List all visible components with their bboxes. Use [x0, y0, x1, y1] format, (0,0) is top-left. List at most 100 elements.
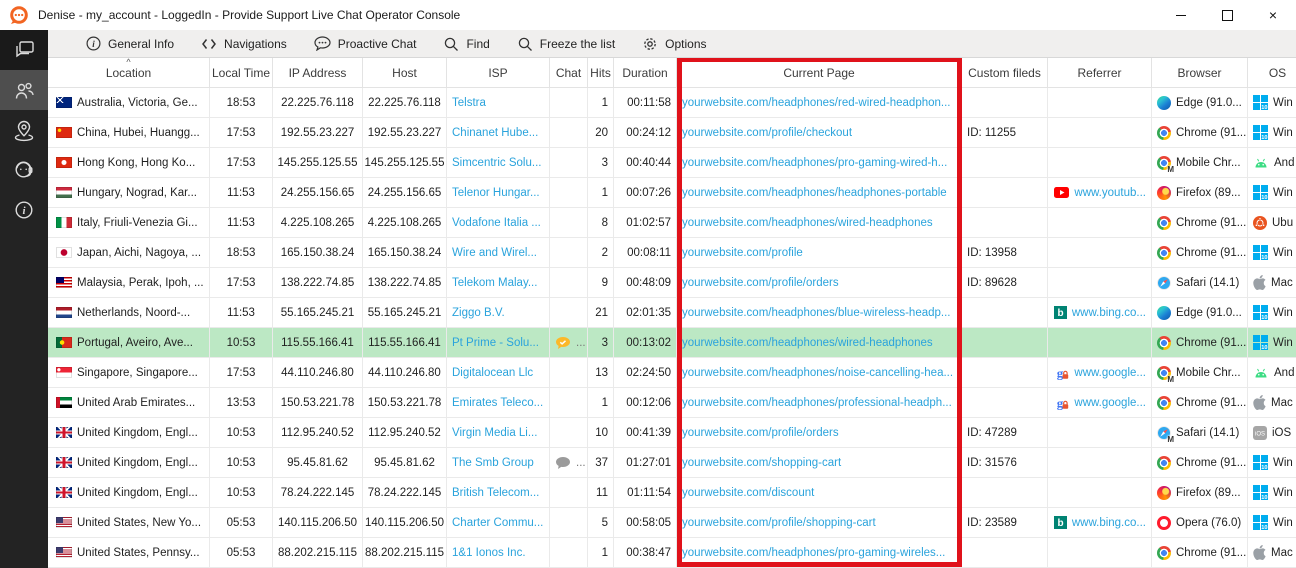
column-header-isp[interactable]: ISP	[447, 58, 550, 88]
isp-link[interactable]: Simcentric Solu...	[452, 157, 541, 169]
toolbar-button-navigations[interactable]: Navigations	[201, 37, 287, 51]
cell-referrer	[1048, 148, 1152, 178]
referrer-link[interactable]: www.bing.co...	[1072, 517, 1146, 529]
toolbar-button-freeze-the-list[interactable]: Freeze the list	[517, 36, 615, 52]
cell-browser: Edge (91.0...	[1152, 88, 1248, 118]
isp-link[interactable]: The Smb Group	[452, 457, 534, 469]
table-row[interactable]: United Kingdom, Engl...10:5378.24.222.14…	[48, 478, 1296, 508]
column-header-local_time[interactable]: Local Time	[210, 58, 273, 88]
flag-cn-icon	[56, 127, 72, 138]
toolbar-button-options[interactable]: Options	[642, 36, 706, 52]
table-row[interactable]: Hong Kong, Hong Ko...17:53145.255.125.55…	[48, 148, 1296, 178]
column-header-host[interactable]: Host	[363, 58, 447, 88]
current-page-link[interactable]: yourwebsite.com/profile	[682, 247, 803, 259]
close-button[interactable]: ×	[1250, 0, 1296, 30]
current-page-link[interactable]: yourwebsite.com/headphones/noise-cancell…	[682, 367, 953, 379]
toolbar-button-general-info[interactable]: iGeneral Info	[86, 36, 174, 51]
current-page-link[interactable]: yourwebsite.com/headphones/headphones-po…	[682, 187, 947, 199]
isp-link[interactable]: Chinanet Hube...	[452, 127, 538, 139]
maximize-button[interactable]	[1204, 0, 1250, 30]
table-row[interactable]: United Kingdom, Engl...10:5395.45.81.629…	[48, 448, 1296, 478]
current-page-link[interactable]: yourwebsite.com/profile/orders	[682, 277, 839, 289]
cell-host: 112.95.240.52	[363, 418, 447, 448]
isp-link[interactable]: Charter Commu...	[452, 517, 543, 529]
location-text: United States, Pennsy...	[77, 547, 200, 559]
table-row[interactable]: Australia, Victoria, Ge...18:5322.225.76…	[48, 88, 1296, 118]
isp-link[interactable]: Digitalocean Llc	[452, 367, 533, 379]
isp-link[interactable]: Wire and Wirel...	[452, 247, 537, 259]
column-header-ip[interactable]: IP Address	[273, 58, 363, 88]
isp-link[interactable]: Vodafone Italia ...	[452, 217, 541, 229]
window-title: Denise - my_account - LoggedIn - Provide…	[38, 8, 460, 22]
table-row[interactable]: United States, New Yo...05:53140.115.206…	[48, 508, 1296, 538]
svg-text:b: b	[1057, 518, 1063, 529]
isp-link[interactable]: British Telecom...	[452, 487, 539, 499]
isp-link[interactable]: Telstra	[452, 97, 486, 109]
column-header-location[interactable]: ^Location	[48, 58, 210, 88]
column-header-current_page[interactable]: Current Page	[677, 58, 962, 88]
isp-link[interactable]: Ziggo B.V.	[452, 307, 505, 319]
current-page-link[interactable]: yourwebsite.com/headphones/pro-gaming-wi…	[682, 547, 945, 559]
sidebar-item-operator[interactable]	[0, 150, 48, 190]
current-page-link[interactable]: yourwebsite.com/headphones/blue-wireless…	[682, 307, 951, 319]
referrer-link[interactable]: www.google...	[1074, 397, 1146, 409]
isp-link[interactable]: Emirates Teleco...	[452, 397, 543, 409]
sidebar-item-chats[interactable]	[0, 30, 48, 70]
cell-current_page: yourwebsite.com/headphones/blue-wireless…	[677, 298, 962, 328]
android-os-icon	[1253, 367, 1269, 378]
sidebar-item-info[interactable]: i	[0, 190, 48, 230]
isp-link[interactable]: 1&1 Ionos Inc.	[452, 547, 526, 559]
table-row[interactable]: Netherlands, Noord-...11:5355.165.245.21…	[48, 298, 1296, 328]
current-page-link[interactable]: yourwebsite.com/shopping-cart	[682, 457, 841, 469]
cell-chat	[550, 238, 588, 268]
table-row[interactable]: United Kingdom, Engl...10:53112.95.240.5…	[48, 418, 1296, 448]
toolbar-label-find: Find	[466, 37, 489, 51]
current-page-link[interactable]: yourwebsite.com/headphones/wired-headpho…	[682, 217, 933, 229]
current-page-link[interactable]: yourwebsite.com/headphones/red-wired-hea…	[682, 97, 951, 109]
column-header-referrer[interactable]: Referrer	[1048, 58, 1152, 88]
table-row[interactable]: Singapore, Singapore...17:5344.110.246.8…	[48, 358, 1296, 388]
table-row[interactable]: Hungary, Nograd, Kar...11:5324.255.156.6…	[48, 178, 1296, 208]
flag-ae-icon	[56, 397, 72, 408]
location-text: Italy, Friuli-Venezia Gi...	[77, 217, 198, 229]
column-header-hits[interactable]: Hits	[588, 58, 614, 88]
table-row[interactable]: Malaysia, Perak, Ipoh, ...17:53138.222.7…	[48, 268, 1296, 298]
column-header-label: Location	[106, 66, 151, 80]
sidebar-item-geo-location[interactable]	[0, 110, 48, 150]
minimize-button[interactable]	[1158, 0, 1204, 30]
table-row[interactable]: Italy, Friuli-Venezia Gi...11:534.225.10…	[48, 208, 1296, 238]
column-header-custom_fields[interactable]: Custom fileds	[962, 58, 1048, 88]
referrer-link[interactable]: www.youtub...	[1074, 187, 1146, 199]
table-row[interactable]: Japan, Aichi, Nagoya, ...18:53165.150.38…	[48, 238, 1296, 268]
gear-icon	[642, 36, 658, 52]
table-row[interactable]: United States, Pennsy...05:5388.202.215.…	[48, 538, 1296, 568]
isp-link[interactable]: Telekom Malay...	[452, 277, 537, 289]
column-header-chat[interactable]: Chat	[550, 58, 588, 88]
isp-link[interactable]: Pt Prime - Solu...	[452, 337, 539, 349]
cell-browser: Chrome (91...	[1152, 388, 1248, 418]
current-page-link[interactable]: yourwebsite.com/profile/orders	[682, 427, 839, 439]
current-page-link[interactable]: yourwebsite.com/headphones/pro-gaming-wi…	[682, 157, 947, 169]
column-header-browser[interactable]: Browser	[1152, 58, 1248, 88]
column-header-duration[interactable]: Duration	[614, 58, 677, 88]
table-row[interactable]: United Arab Emirates...13:53150.53.221.7…	[48, 388, 1296, 418]
current-page-link[interactable]: yourwebsite.com/profile/checkout	[682, 127, 852, 139]
column-header-label: Current Page	[783, 66, 854, 80]
toolbar-button-proactive-chat[interactable]: Proactive Chat	[314, 36, 417, 51]
column-header-os[interactable]: OS	[1248, 58, 1296, 88]
table-row[interactable]: Portugal, Aveiro, Ave...10:53115.55.166.…	[48, 328, 1296, 358]
referrer-link[interactable]: www.google...	[1074, 367, 1146, 379]
current-page-link[interactable]: yourwebsite.com/discount	[682, 487, 814, 499]
isp-link[interactable]: Virgin Media Li...	[452, 427, 537, 439]
toolbar-button-find[interactable]: Find	[443, 36, 489, 52]
sidebar-item-visitors[interactable]	[0, 70, 48, 110]
current-page-link[interactable]: yourwebsite.com/profile/shopping-cart	[682, 517, 876, 529]
cell-hits: 3	[588, 328, 614, 358]
current-page-link[interactable]: yourwebsite.com/headphones/professional-…	[682, 397, 952, 409]
current-page-link[interactable]: yourwebsite.com/headphones/wired-headpho…	[682, 337, 933, 349]
isp-link[interactable]: Telenor Hungar...	[452, 187, 540, 199]
table-row[interactable]: China, Hubei, Huangg...17:53192.55.23.22…	[48, 118, 1296, 148]
apple-os-icon	[1253, 545, 1266, 560]
cell-location: Portugal, Aveiro, Ave...	[48, 328, 210, 358]
referrer-link[interactable]: www.bing.co...	[1072, 307, 1146, 319]
